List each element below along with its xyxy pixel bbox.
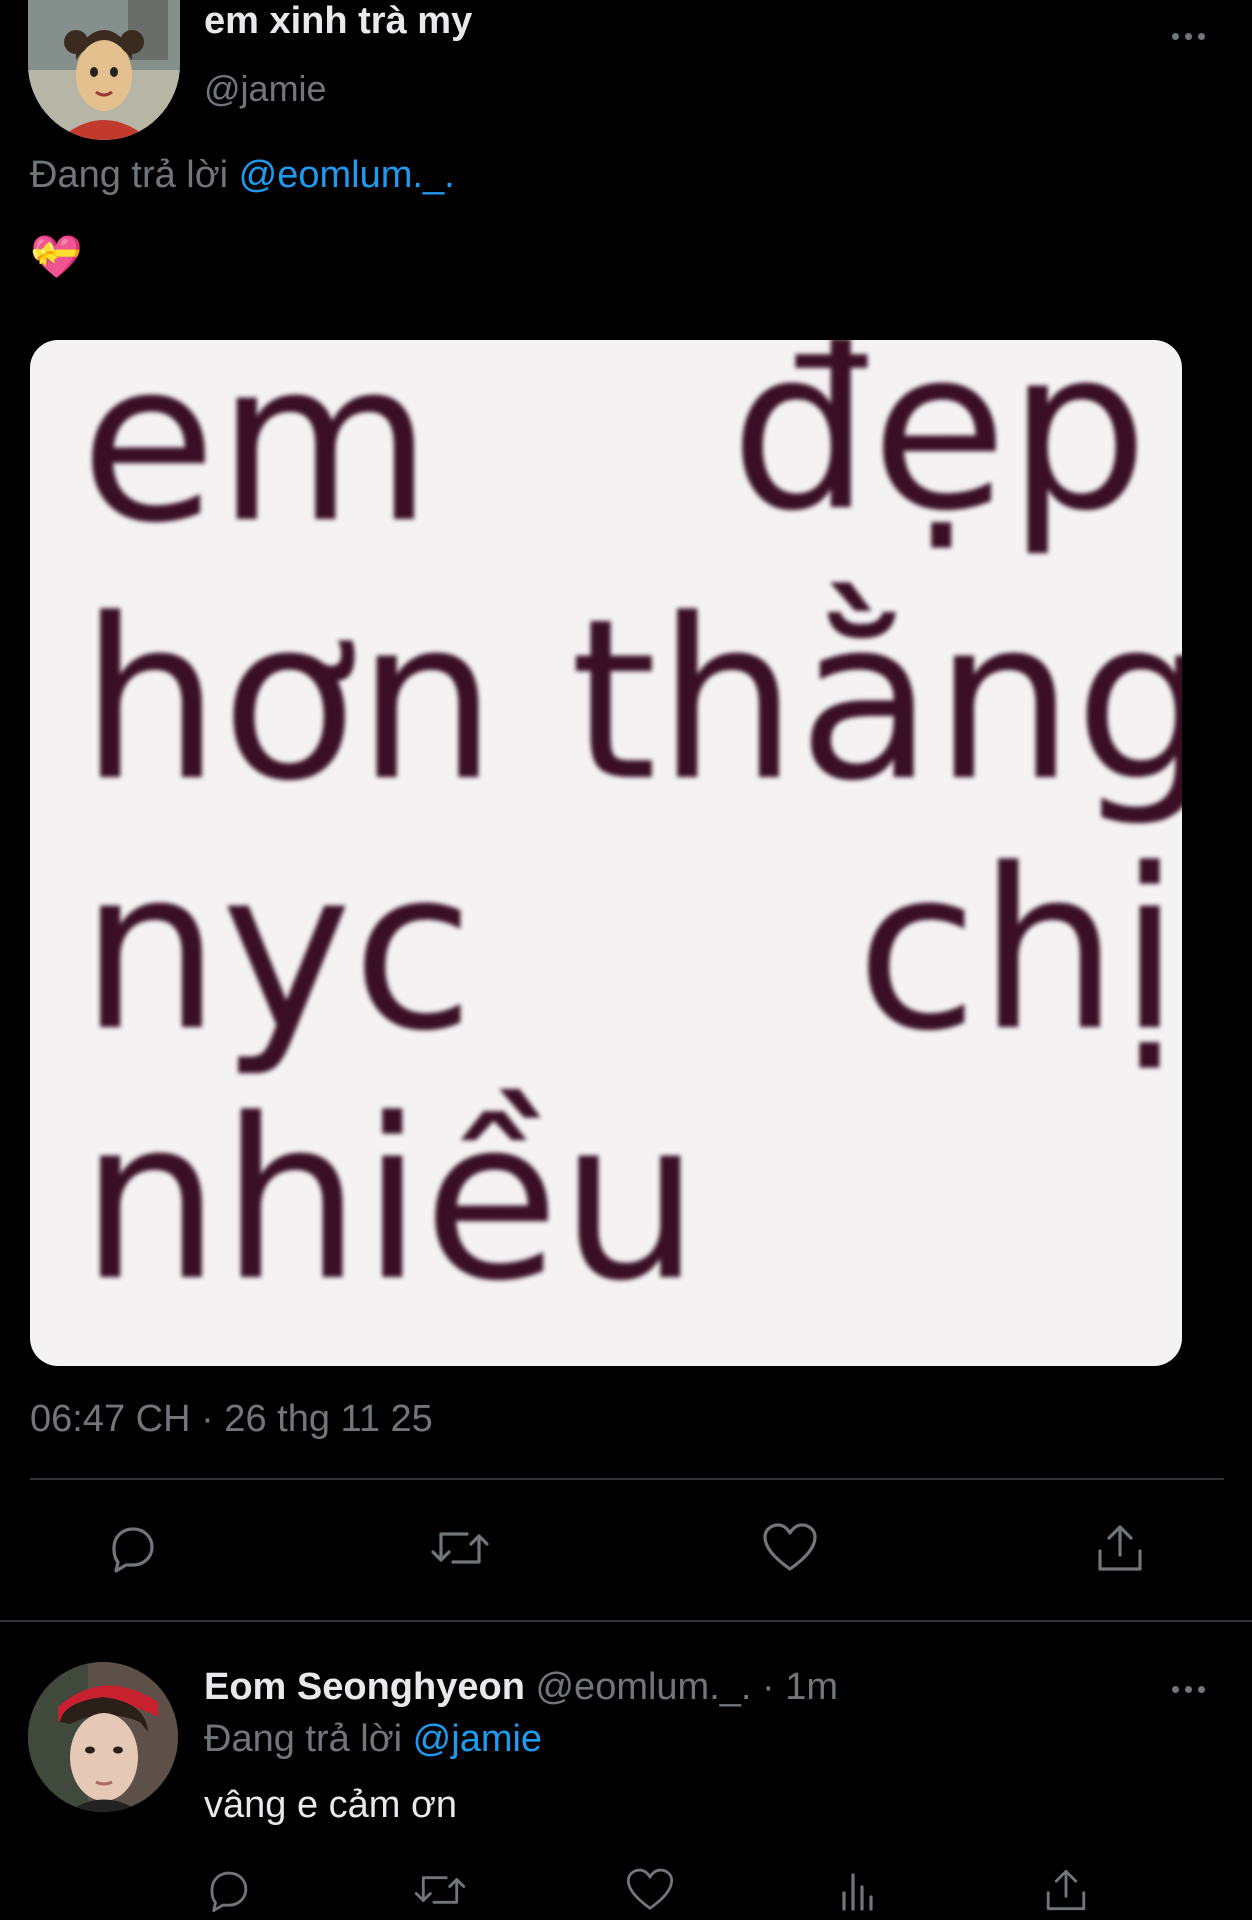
like-button[interactable]: [754, 1520, 826, 1576]
reply-header: Eom Seonghyeon @eomlum._. · 1m: [204, 1666, 838, 1709]
media-word: hơn: [80, 572, 498, 830]
reply-button[interactable]: [96, 1520, 168, 1576]
share-icon: [1046, 1869, 1086, 1911]
media-word: nyc: [80, 822, 475, 1080]
reply-author-handle[interactable]: @eomlum._.: [535, 1666, 751, 1708]
media-word: đẹp: [730, 340, 1149, 560]
share-button[interactable]: [1084, 1520, 1156, 1576]
divider: [30, 1478, 1224, 1480]
author-name[interactable]: em xinh trà my: [204, 0, 472, 43]
reply-bubble-icon: [210, 1871, 248, 1912]
tweet-emoji: 💝: [30, 233, 83, 280]
share-button[interactable]: [1034, 1864, 1098, 1916]
more-dots-icon[interactable]: [1172, 1686, 1205, 1693]
tweet-media[interactable]: em đẹp hơn thằng nyc chị nhiều: [30, 340, 1182, 1366]
reply-button[interactable]: [196, 1864, 260, 1916]
retweet-button[interactable]: [424, 1520, 496, 1576]
reply-prefix: Đang trả lời: [30, 154, 229, 196]
more-dots-icon[interactable]: [1172, 33, 1205, 40]
like-button[interactable]: [618, 1864, 682, 1916]
reply-author-name[interactable]: Eom Seonghyeon: [204, 1666, 525, 1708]
share-icon: [1098, 1525, 1142, 1571]
divider: [0, 1620, 1252, 1622]
retweet-icon: [414, 1876, 466, 1904]
reply-context: Đang trả lời @jamie: [204, 1718, 542, 1761]
media-word: nhiều: [80, 1072, 701, 1330]
views-button[interactable]: [826, 1864, 890, 1916]
reply-text: vâng e cảm ơn: [204, 1784, 458, 1826]
avatar[interactable]: [28, 0, 180, 140]
views-bar-icon: [842, 1873, 873, 1911]
reply-to-link[interactable]: @jamie: [413, 1718, 542, 1760]
reply-time[interactable]: · 1m: [762, 1666, 838, 1708]
tweet-timestamp[interactable]: 06:47 CH · 26 thg 11 25: [30, 1398, 433, 1441]
reply-bubble-icon: [112, 1527, 154, 1573]
heart-icon: [626, 1868, 674, 1910]
media-word: thằng: [570, 572, 1182, 830]
heart-icon: [763, 1523, 817, 1571]
media-word: em: [80, 340, 433, 572]
avatar-image: [28, 1662, 178, 1812]
retweet-button[interactable]: [408, 1864, 472, 1916]
avatar-image: [28, 0, 180, 140]
avatar[interactable]: [28, 1662, 178, 1812]
reply-context: Đang trả lời @eomlum._.: [30, 154, 455, 197]
reply-to-link[interactable]: @eomlum._.: [239, 154, 455, 196]
author-handle[interactable]: @jamie: [204, 68, 327, 110]
retweet-icon: [431, 1532, 489, 1564]
reply-prefix: Đang trả lời: [204, 1718, 403, 1760]
media-word: chị: [856, 822, 1181, 1080]
